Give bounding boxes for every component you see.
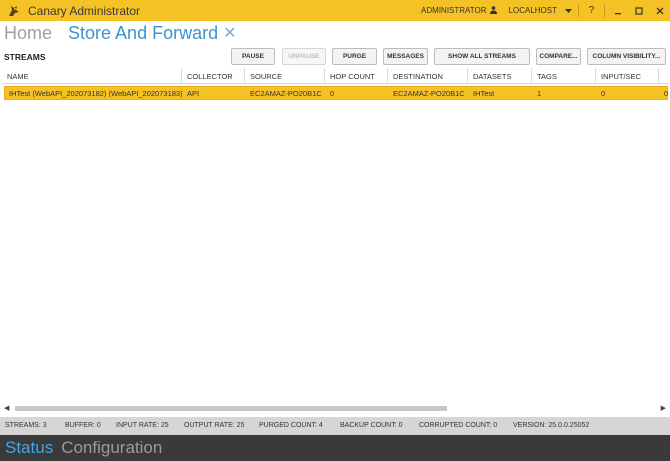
host-label: LOCALHOST (508, 6, 557, 15)
horizontal-scrollbar[interactable]: ◀ ▶ (4, 403, 666, 414)
table-header: NAME COLLECTOR SOURCE HOP COUNT DESTINAT… (2, 68, 668, 84)
compare-button[interactable]: COMPARE... (536, 48, 581, 65)
column-header-hop-count[interactable]: HOP COUNT (325, 68, 388, 84)
status-purged-count: PURGED COUNT: 4 (259, 422, 323, 429)
messages-button[interactable]: MESSAGES (383, 48, 428, 65)
window-title: Canary Administrator (28, 3, 141, 18)
column-header-collector[interactable]: COLLECTOR (182, 68, 245, 84)
status-strip: STREAMS: 3 BUFFER: 0 INPUT RATE: 25 OUTP… (0, 417, 670, 435)
status-corrupted-count: CORRUPTED COUNT: 0 (419, 422, 498, 429)
streams-section-label: STREAMS (4, 52, 46, 62)
cell-overflow: 0 (664, 88, 669, 98)
tab-home[interactable]: Home (4, 23, 52, 44)
nav-configuration[interactable]: Configuration (61, 438, 162, 458)
scroll-right-icon[interactable]: ▶ (661, 404, 666, 412)
user-menu[interactable]: ADMINISTRATOR (421, 5, 497, 16)
cell-input-sec: 0 (601, 88, 606, 98)
unpause-button[interactable]: UNPAUSE (282, 48, 326, 65)
close-tab-icon[interactable]: ✕ (223, 23, 236, 43)
title-separator (578, 4, 579, 17)
status-version: VERSION: 25.0.0.25052 (513, 422, 590, 429)
column-header-overflow (659, 68, 668, 84)
maximize-button[interactable] (628, 0, 649, 21)
scrollbar-thumb[interactable] (15, 406, 447, 411)
help-button[interactable]: ? (581, 0, 602, 21)
show-all-streams-button[interactable]: SHOW ALL STREAMS (434, 48, 530, 65)
header-tabs: Home Store And Forward ✕ (0, 21, 670, 45)
bottom-nav: Status Configuration (0, 435, 670, 461)
close-button[interactable] (649, 0, 670, 21)
cell-hop-count: 0 (330, 88, 335, 98)
cell-name: IHTest (WebAPI_202073182) (WebAPI_202073… (9, 88, 183, 98)
column-visibility-button[interactable]: COLUMN VISIBILITY... (587, 48, 666, 65)
scroll-left-icon[interactable]: ◀ (4, 404, 9, 412)
cell-destination: EC2AMAZ-PO20B1C (393, 88, 465, 98)
title-separator (604, 4, 605, 17)
status-output-rate: OUTPUT RATE: 25 (184, 422, 245, 429)
table-row[interactable]: IHTest (WebAPI_202073182) (WebAPI_202073… (4, 86, 668, 100)
column-header-input-sec[interactable]: INPUT/SEC (596, 68, 659, 84)
cell-datasets: IHTest (473, 88, 495, 98)
column-header-destination[interactable]: DESTINATION (388, 68, 468, 84)
status-input-rate: INPUT RATE: 25 (116, 422, 169, 429)
column-header-name[interactable]: NAME (2, 68, 182, 84)
status-streams: STREAMS: 3 (5, 422, 47, 429)
nav-status[interactable]: Status (5, 438, 53, 458)
title-bar: Canary Administrator ADMINISTRATOR LOCAL… (0, 0, 670, 21)
cell-collector: API (187, 88, 200, 98)
cell-tags: 1 (537, 88, 542, 98)
column-header-tags[interactable]: TAGS (532, 68, 596, 84)
column-header-datasets[interactable]: DATASETS (468, 68, 532, 84)
cell-source: EC2AMAZ-PO20B1C (250, 88, 322, 98)
purge-button[interactable]: PURGE (332, 48, 377, 65)
host-menu[interactable]: LOCALHOST (509, 6, 572, 15)
canary-logo-icon (6, 3, 22, 19)
pause-button[interactable]: PAUSE (231, 48, 275, 65)
column-header-source[interactable]: SOURCE (245, 68, 325, 84)
minimize-button[interactable] (607, 0, 628, 21)
streams-table: NAME COLLECTOR SOURCE HOP COUNT DESTINAT… (2, 68, 668, 408)
streams-toolbar: STREAMS PAUSE UNPAUSE PURGE MESSAGES SHO… (0, 48, 670, 68)
tab-store-and-forward[interactable]: Store And Forward (68, 23, 218, 44)
status-backup-count: BACKUP COUNT: 0 (340, 422, 403, 429)
user-icon (489, 5, 497, 16)
user-label: ADMINISTRATOR (421, 6, 487, 15)
status-buffer: BUFFER: 0 (65, 422, 101, 429)
chevron-down-icon (565, 6, 572, 15)
